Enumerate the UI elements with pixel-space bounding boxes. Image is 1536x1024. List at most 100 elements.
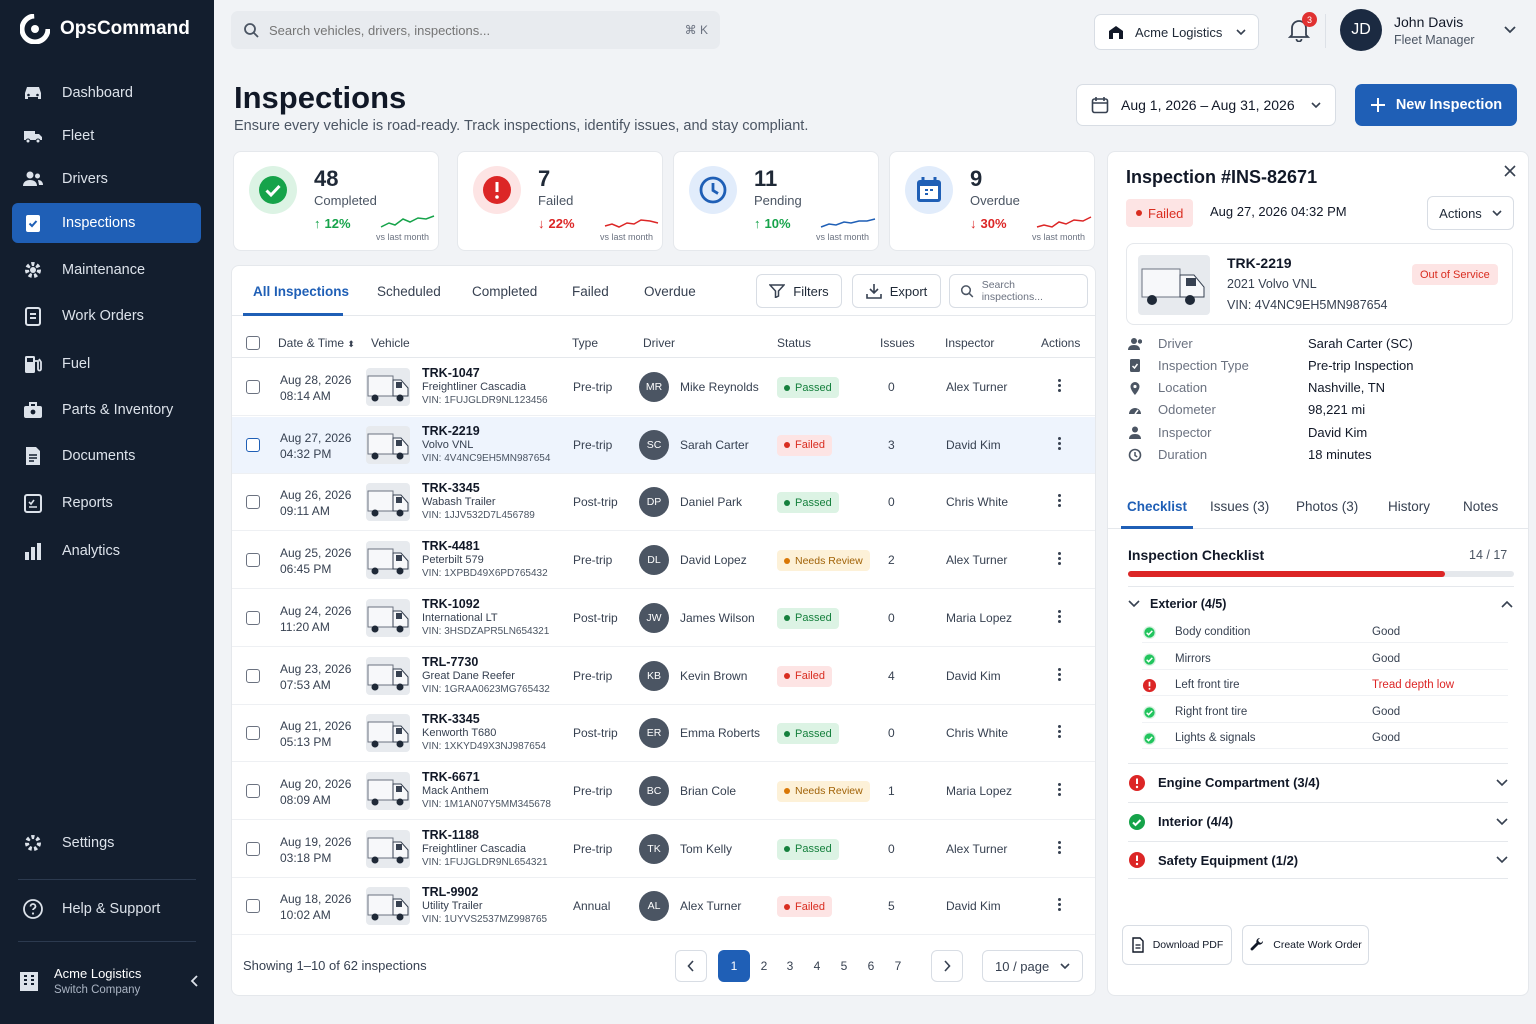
kpi-card-overdue[interactable]: 9 Overdue ↓ 30% vs last month xyxy=(889,151,1095,251)
tab-all-inspections[interactable]: All Inspections xyxy=(253,284,349,299)
row-vehicle[interactable]: TRK-1092 International LT VIN: 3HSDZAPR5LN… xyxy=(422,597,549,637)
row-vehicle[interactable]: TRK-3345 Wabash Trailer VIN: 1JJV532D7L456… xyxy=(422,481,535,521)
tab-checklist[interactable]: Checklist xyxy=(1127,499,1187,514)
filters-button[interactable]: Filters xyxy=(756,274,842,308)
export-button[interactable]: Export xyxy=(852,274,941,308)
table-row[interactable]: Aug 23, 2026 07:53 AM TRL-7730 Great Dane R… xyxy=(232,648,1095,705)
page-button[interactable]: 1 xyxy=(718,950,750,982)
row-checkbox[interactable] xyxy=(246,783,260,798)
row-checkbox[interactable] xyxy=(246,437,260,452)
global-search[interactable]: ⌘ K xyxy=(231,11,720,49)
row-driver[interactable]: Alex Turner xyxy=(680,899,741,913)
tab-notes[interactable]: Notes xyxy=(1463,499,1498,514)
sidebar-item-dashboard[interactable]: Dashboard xyxy=(12,73,201,113)
kpi-card-completed[interactable]: 48 Completed ↑ 12% vs last month xyxy=(233,151,439,251)
checklist-item[interactable]: Left front tire Tread depth low xyxy=(1142,678,1508,696)
tab-photos[interactable]: Photos (3) xyxy=(1296,499,1358,514)
kpi-card-failed[interactable]: 7 Failed ↓ 22% vs last month xyxy=(457,151,663,251)
section-exterior-header[interactable]: Exterior (4/5) xyxy=(1128,592,1513,616)
table-row[interactable]: Aug 18, 2026 10:02 AM TRL-9902 Utility Trai… xyxy=(232,878,1095,936)
sidebar-item-fleet[interactable]: Fleet xyxy=(12,116,201,156)
more-actions-icon[interactable] xyxy=(1058,898,1061,912)
section-interior[interactable]: Interior (4/4) xyxy=(1128,802,1508,840)
tab-history[interactable]: History xyxy=(1388,499,1430,514)
more-actions-icon[interactable] xyxy=(1058,436,1061,450)
prev-page-button[interactable] xyxy=(675,950,707,982)
date-range-picker[interactable]: Aug 1, 2026 – Aug 31, 2026 xyxy=(1076,84,1336,126)
page-size-select[interactable]: 10 / page xyxy=(982,950,1083,982)
sidebar-item-reports[interactable]: Reports xyxy=(12,483,201,523)
row-driver[interactable]: James Wilson xyxy=(680,611,755,625)
sidebar-item-inspections[interactable]: Inspections xyxy=(12,203,201,243)
table-row[interactable]: Aug 27, 2026 04:32 PM TRK-2219 Volvo VNL VIN… xyxy=(232,416,1095,474)
checklist-item[interactable]: Right front tire Good xyxy=(1142,705,1508,723)
page-button[interactable]: 7 xyxy=(882,950,914,982)
kpi-card-pending[interactable]: 11 Pending ↑ 10% vs last month xyxy=(673,151,879,251)
checklist-item[interactable]: Lights & signals Good xyxy=(1142,731,1508,749)
row-checkbox[interactable] xyxy=(246,495,260,510)
tab-completed[interactable]: Completed xyxy=(472,284,537,299)
row-checkbox[interactable] xyxy=(246,668,260,683)
row-vehicle[interactable]: TRK-1188 Freightliner Cascadia VIN: 1FUJGL… xyxy=(422,828,548,868)
col-date-time[interactable]: Date & Time ⬍ xyxy=(278,336,355,350)
table-search[interactable]: Search inspections... xyxy=(949,274,1088,308)
search-input[interactable] xyxy=(269,22,675,38)
sidebar-item-settings[interactable]: Settings xyxy=(12,823,201,863)
tab-issues[interactable]: Issues (3) xyxy=(1210,499,1269,514)
row-driver[interactable]: Daniel Park xyxy=(680,495,742,509)
tab-overdue[interactable]: Overdue xyxy=(644,284,696,299)
vehicle-card[interactable]: TRK-2219 2021 Volvo VNL VIN: 4V4NC9EH5MN… xyxy=(1126,243,1513,325)
row-checkbox[interactable] xyxy=(246,841,260,856)
row-checkbox[interactable] xyxy=(246,726,260,741)
row-checkbox[interactable] xyxy=(246,899,260,914)
table-row[interactable]: Aug 21, 2026 05:13 PM TRK-3345 Kenworth T68… xyxy=(232,705,1095,763)
user-menu[interactable]: JD John Davis Fleet Manager xyxy=(1340,9,1516,51)
close-icon[interactable] xyxy=(1504,165,1516,177)
actions-dropdown[interactable]: Actions xyxy=(1427,196,1514,230)
row-vehicle[interactable]: TRK-6671 Mack Anthem VIN: 1M1AN07Y5MM34567… xyxy=(422,770,551,810)
table-row[interactable]: Aug 19, 2026 03:18 PM TRK-1188 Freightliner… xyxy=(232,821,1095,878)
more-actions-icon[interactable] xyxy=(1058,494,1061,508)
row-checkbox[interactable] xyxy=(246,553,260,568)
tab-scheduled[interactable]: Scheduled xyxy=(377,284,441,299)
tab-failed[interactable]: Failed xyxy=(572,284,609,299)
more-actions-icon[interactable] xyxy=(1058,667,1061,681)
sidebar-item-help[interactable]: Help & Support xyxy=(12,889,201,929)
download-pdf-button[interactable]: Download PDF xyxy=(1122,925,1232,965)
more-actions-icon[interactable] xyxy=(1058,840,1061,854)
notifications-button[interactable]: 3 xyxy=(1288,12,1317,42)
row-driver[interactable]: Emma Roberts xyxy=(680,726,760,740)
sidebar-item-parts-inventory[interactable]: Parts & Inventory xyxy=(12,390,201,430)
more-actions-icon[interactable] xyxy=(1058,552,1061,566)
row-vehicle[interactable]: TRK-3345 Kenworth T680 VIN: 1XKYD49X3NJ987… xyxy=(422,712,546,752)
create-work-order-button[interactable]: Create Work Order xyxy=(1242,925,1369,965)
more-actions-icon[interactable] xyxy=(1058,609,1061,623)
checklist-item[interactable]: Mirrors Good xyxy=(1142,652,1508,670)
company-switcher[interactable]: Acme Logistics Switch Company xyxy=(18,958,200,1004)
row-driver[interactable]: Mike Reynolds xyxy=(680,380,759,394)
row-checkbox[interactable] xyxy=(246,380,260,394)
row-driver[interactable]: Tom Kelly xyxy=(680,842,732,856)
row-vehicle[interactable]: TRL-7730 Great Dane Reefer VIN: 1GRAA0623M… xyxy=(422,655,550,695)
more-actions-icon[interactable] xyxy=(1058,379,1061,392)
row-driver[interactable]: Brian Cole xyxy=(680,784,736,798)
sidebar-item-work-orders[interactable]: Work Orders xyxy=(12,296,201,336)
row-driver[interactable]: Sarah Carter xyxy=(680,438,749,452)
next-page-button[interactable] xyxy=(931,950,963,982)
section-engine-compartment[interactable]: Engine Compartment (3/4) xyxy=(1128,763,1508,801)
sidebar-item-drivers[interactable]: Drivers xyxy=(12,159,201,199)
mark-as-reviewed-button[interactable]: Mark as Reviewed xyxy=(1379,925,1514,965)
sidebar-item-analytics[interactable]: Analytics xyxy=(12,531,201,571)
section-safety-equipment[interactable]: Safety Equipment (1/2) xyxy=(1128,841,1508,879)
row-vehicle[interactable]: TRK-1047 Freightliner Cascadia VIN: 1FUJGL… xyxy=(422,366,548,406)
row-checkbox[interactable] xyxy=(246,610,260,625)
sidebar-item-documents[interactable]: Documents xyxy=(12,436,201,476)
row-vehicle[interactable]: TRK-4481 Peterbilt 579 VIN: 1XPBD49X6PD765… xyxy=(422,539,548,579)
checklist-item[interactable]: Body condition Good xyxy=(1142,625,1508,643)
row-vehicle[interactable]: TRK-2219 Volvo VNL VIN: 4V4NC9EH5MN987654 xyxy=(422,424,550,464)
select-all-checkbox[interactable] xyxy=(246,336,260,350)
table-row[interactable]: Aug 24, 2026 11:20 AM TRK-1092 Internationa… xyxy=(232,590,1095,647)
table-row[interactable]: Aug 20, 2026 08:09 AM TRK-6671 Mack Anthem V… xyxy=(232,763,1095,820)
more-actions-icon[interactable] xyxy=(1058,725,1061,739)
table-row[interactable]: Aug 28, 2026 08:14 AM TRK-1047 Freightliner… xyxy=(232,359,1095,416)
